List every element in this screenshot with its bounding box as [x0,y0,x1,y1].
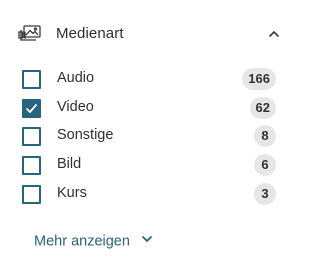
option-label: Kurs [57,184,87,201]
count-badge: 6 [254,154,276,177]
option-label: Bild [57,156,82,173]
show-more-button[interactable]: Mehr anzeigen [34,232,154,252]
option-label: Video [57,98,94,115]
chevron-up-icon[interactable] [262,22,286,46]
filter-option-audio[interactable]: Audio 166 [22,66,276,95]
media-type-icon [16,20,44,48]
filter-title: Medienart [56,25,124,42]
checkbox-audio[interactable] [22,70,41,89]
filter-option-bild[interactable]: Bild 6 [22,152,276,181]
filter-options-list: Audio 166 Video 62 Sonstige 8 Bild 6 Kur… [22,66,276,209]
count-badge: 8 [254,125,276,148]
checkmark-icon [26,103,37,113]
show-more-label: Mehr anzeigen [34,233,130,250]
filter-option-video[interactable]: Video 62 [22,95,276,124]
filter-header[interactable]: Medienart [16,20,286,48]
option-label: Sonstige [57,127,114,144]
checkbox-video[interactable] [22,98,41,118]
filter-option-kurs[interactable]: Kurs 3 [22,181,276,210]
count-badge: 3 [254,182,276,205]
filter-option-sonstige[interactable]: Sonstige 8 [22,123,276,152]
media-type-filter-panel: Medienart Audio 166 Video 62 Sonstige 8 [0,0,294,270]
checkbox-bild[interactable] [22,156,41,176]
option-label: Audio [57,70,95,86]
count-badge: 166 [242,68,276,90]
checkbox-kurs[interactable] [22,184,41,204]
count-badge: 62 [249,96,276,119]
chevron-down-icon [140,232,154,251]
checkbox-sonstige[interactable] [22,127,41,147]
